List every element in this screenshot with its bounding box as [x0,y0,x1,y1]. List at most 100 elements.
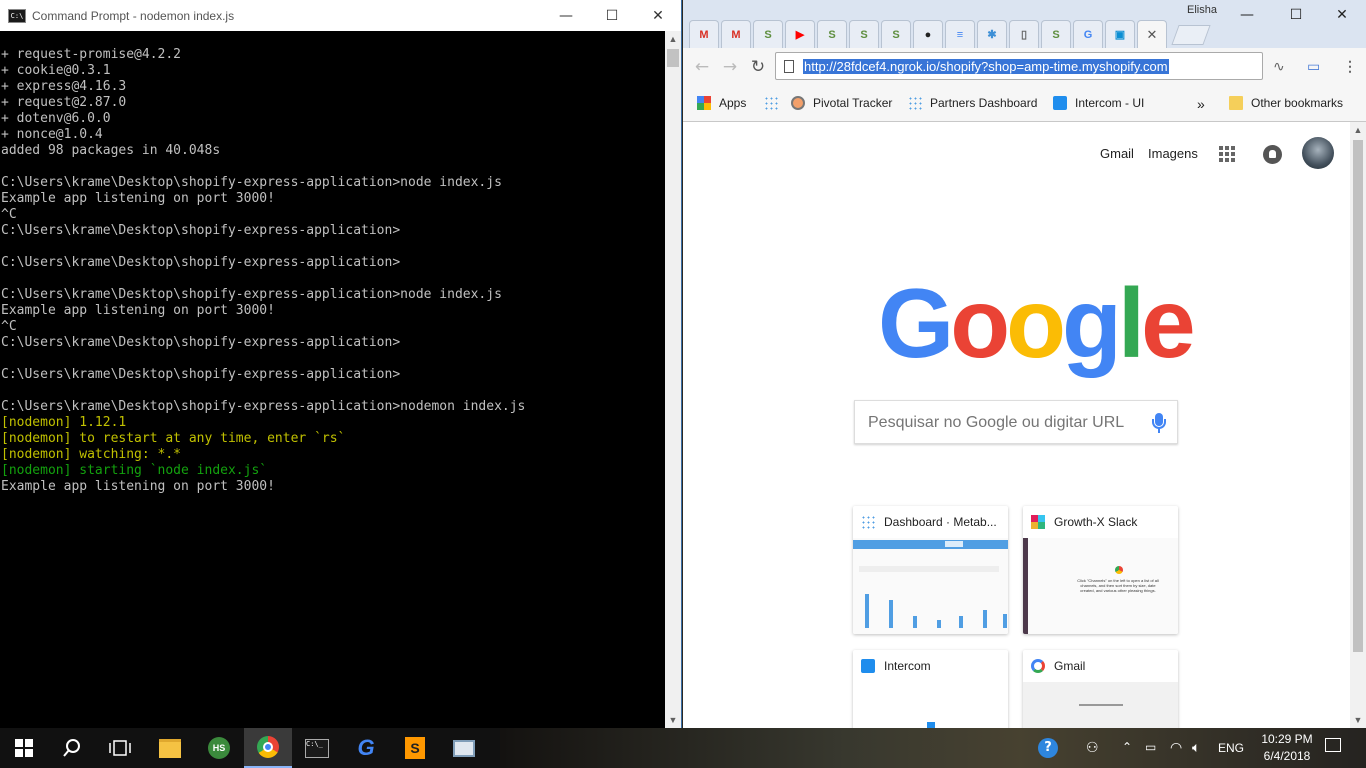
cmd-maximize-button[interactable]: ☐ [589,0,635,31]
browser-tab[interactable]: S [1041,20,1071,48]
volume-icon[interactable]: 🔈︎ [1192,740,1200,756]
scroll-up-icon[interactable]: ▲ [665,31,681,47]
extension-cast-icon[interactable]: ▭ [1307,58,1320,75]
taskbar-app-window[interactable] [440,728,488,768]
cmd-minimize-button[interactable]: — [543,0,589,31]
browser-tab[interactable]: ▯ [1009,20,1039,48]
most-visited-tile-gmail[interactable]: Gmail [1023,650,1178,728]
chrome-maximize-button[interactable]: ☐ [1273,0,1319,30]
browser-tab[interactable]: ▶ [785,20,815,48]
gmail-link[interactable]: Gmail [1100,146,1134,161]
chrome-tabstrip[interactable]: M M S ▶ S S S ● ≡ ✱ ▯ S G ▣ ✕ Elisha — ☐ ✕ [683,0,1366,48]
browser-tab[interactable]: M [721,20,751,48]
address-bar-url[interactable]: http://28fdcef4.ngrok.io/shopify?shop=am… [803,59,1169,74]
forward-arrow-icon[interactable]: → [719,56,741,78]
chrome-window[interactable]: M M S ▶ S S S ● ≡ ✱ ▯ S G ▣ ✕ Elisha — ☐ ✕ ← → ↻ http:… [683,0,1366,728]
chrome-scrollbar[interactable]: ▲ ▼ [1350,122,1366,728]
taskbar-sublime-text[interactable]: S [391,728,439,768]
console-line: ^C [1,319,17,334]
notifications-bell-icon[interactable] [1263,145,1282,164]
reload-icon[interactable]: ↻ [747,56,769,78]
microphone-icon[interactable] [1152,413,1166,433]
cmd-close-button[interactable]: ✕ [635,0,681,31]
cmd-scrollbar[interactable]: ▲ ▼ [665,31,681,728]
page-info-icon[interactable] [784,60,794,73]
folder-icon [159,738,181,758]
search-button[interactable] [48,728,96,768]
command-prompt-window[interactable]: C:\ Command Prompt - nodemon index.js — … [0,0,682,728]
file-icon: ▯ [1020,29,1028,41]
browser-tab[interactable]: G [1073,20,1103,48]
wifi-icon[interactable]: ◠ [1170,740,1182,756]
bookmark-metabase[interactable] [764,96,786,110]
gmail-icon: M [699,28,709,41]
scroll-up-icon[interactable]: ▲ [1350,122,1366,138]
browser-tab[interactable]: S [753,20,783,48]
active-tab[interactable]: ✕ [1137,20,1167,48]
bookmark-label: Pivotal Tracker [813,96,893,110]
taskbar-hubstaff[interactable]: HS [195,728,243,768]
most-visited-tile-slack[interactable]: Growth-X Slack Click "Channels" on the l… [1023,506,1178,634]
bookmark-apps[interactable]: Apps [697,96,746,110]
tab-close-icon[interactable]: ✕ [1147,27,1158,43]
most-visited-tile-intercom[interactable]: Intercom [853,650,1008,728]
console-line: + request-promise@4.2.2 [1,47,182,62]
taskbar-google-app[interactable]: G [342,728,390,768]
start-button[interactable] [0,728,48,768]
chrome-menu-icon[interactable]: ⋮ [1343,58,1357,75]
taskbar-file-explorer[interactable] [146,728,194,768]
back-arrow-icon[interactable]: ← [691,56,713,78]
console-line: Example app listening on port 3000! [1,479,275,494]
people-icon[interactable]: ⚇ [1086,740,1099,756]
browser-tab[interactable]: S [817,20,847,48]
browser-tab[interactable]: ▣ [1105,20,1135,48]
chrome-minimize-button[interactable]: — [1224,0,1270,30]
chrome-close-button[interactable]: ✕ [1319,0,1365,30]
account-avatar[interactable] [1302,137,1334,169]
scroll-down-icon[interactable]: ▼ [665,712,681,728]
google-apps-icon[interactable] [1219,146,1236,163]
sublime-text-icon: S [405,737,425,759]
console-line: + dotenv@6.0.0 [1,111,111,126]
pivotal-tracker-icon [791,96,805,110]
bookmark-pivotal-tracker[interactable]: Pivotal Tracker [791,96,892,110]
new-tab-button[interactable] [1171,25,1211,45]
profile-name[interactable]: Elisha [1187,4,1217,16]
bookmark-partners-dashboard[interactable]: Partners Dashboard [908,96,1037,110]
task-view-button[interactable] [96,728,144,768]
extension-waveform-icon[interactable]: ∿ [1273,58,1285,75]
cmd-scrollbar-thumb[interactable] [667,49,679,67]
search-input[interactable]: Pesquisar no Google ou digitar URL [854,400,1178,444]
browser-tab[interactable]: S [881,20,911,48]
browser-tab[interactable]: ✱ [977,20,1007,48]
clock-date[interactable]: 6/4/2018 [1255,749,1319,763]
browser-tab[interactable]: S [849,20,879,48]
cmd-console-output[interactable]: + request-promise@4.2.2 + cookie@0.3.1 + e… [0,31,666,744]
console-line: + cookie@0.3.1 [1,63,111,78]
cmd-titlebar[interactable]: C:\ Command Prompt - nodemon index.js — … [0,0,681,31]
images-link[interactable]: Imagens [1148,146,1198,161]
battery-icon[interactable]: ▭ [1145,740,1156,754]
address-bar[interactable]: http://28fdcef4.ngrok.io/shopify?shop=am… [775,52,1263,80]
browser-tab[interactable]: M [689,20,719,48]
clock-time[interactable]: 10:29 PM [1255,732,1319,746]
logo-letter: o [1006,268,1066,378]
browser-tab[interactable]: ≡ [945,20,975,48]
scroll-down-icon[interactable]: ▼ [1350,712,1366,728]
action-center-icon[interactable] [1325,738,1341,752]
language-indicator[interactable]: ENG [1218,741,1244,755]
bookmarks-overflow-chevron-icon[interactable]: » [1197,96,1205,112]
bookmarks-bar: Apps Pivotal Tracker Partners Dashboard … [683,86,1366,122]
taskbar-command-prompt[interactable]: C:\_ [293,728,341,768]
chrome-scrollbar-thumb[interactable] [1353,140,1363,652]
browser-tab[interactable]: ● [913,20,943,48]
logo-letter: l [1117,268,1145,378]
windows-taskbar: HS C:\_ G S ? ⚇ ⌃ ▭ ◠ 🔈︎ ENG 10:29 PM 6/… [0,728,1366,768]
bookmark-other-bookmarks[interactable]: Other bookmarks [1229,96,1343,110]
most-visited-tile-metabase[interactable]: Dashboard · Metab... [853,506,1008,634]
google-icon [1031,659,1045,673]
bookmark-intercom-ui[interactable]: Intercom - UI [1053,96,1144,110]
show-hidden-icons-chevron-icon[interactable]: ⌃ [1122,740,1132,754]
taskbar-chrome[interactable] [244,728,292,768]
help-icon[interactable]: ? [1038,738,1058,758]
